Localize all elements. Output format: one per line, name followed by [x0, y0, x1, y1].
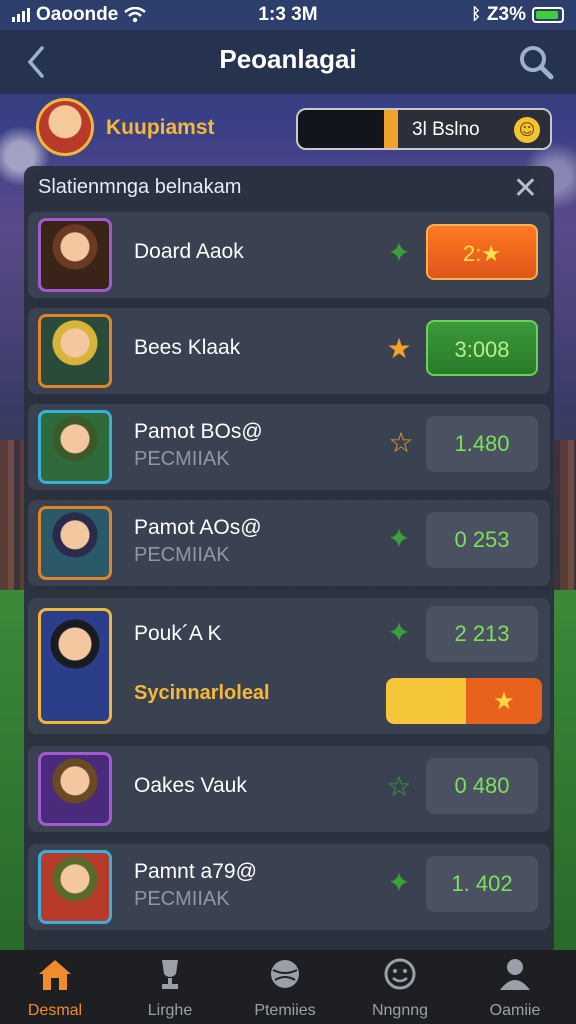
player-name: Kuupiamst — [106, 116, 215, 139]
globe-icon — [271, 960, 299, 988]
tab-3[interactable]: Ptemiies — [230, 956, 340, 1022]
score-badge[interactable]: 2 213 — [426, 606, 538, 662]
avatar — [38, 752, 112, 826]
battery-icon — [532, 7, 564, 23]
coin-value: 3l Bslno — [412, 119, 480, 140]
tab-profile[interactable]: Oamiie — [460, 956, 570, 1022]
tab-label: Oamiie — [489, 1002, 541, 1019]
list-item[interactable]: Pamot AOs@ PECMIIAK ✦ 0 253 — [28, 500, 550, 586]
player-row-name: Oakes Vauk — [134, 774, 247, 797]
leaderboard-panel: Slatienmnga belnakam ✕ Doard Aaok ✦ 2:★ … — [24, 166, 554, 956]
tab-2[interactable]: Lirghe — [115, 956, 225, 1022]
score-badge[interactable]: 1. 402 — [426, 856, 538, 912]
bluetooth-icon: ᛒ — [471, 6, 481, 23]
trophy-icon — [162, 960, 178, 989]
search-icon — [520, 46, 554, 80]
score-badge[interactable]: 0 480 — [426, 758, 538, 814]
tab-label: Nngnng — [371, 1002, 429, 1019]
avatar — [38, 218, 112, 292]
list-item[interactable]: Pamnt a79@ PECMIIAK ✦ 1. 402 — [28, 844, 550, 930]
action-button[interactable]: ★ — [386, 678, 542, 724]
list-item[interactable]: Bees Klaak ★ 3:008 — [28, 308, 550, 394]
avatar — [38, 410, 112, 484]
panel-title: Slatienmnga belnakam — [38, 176, 242, 198]
player-row-name: Pamot AOs@ — [134, 516, 262, 539]
status-right: ᛒ Z3% — [471, 4, 564, 26]
search-coin-icon — [386, 678, 466, 724]
player-avatar[interactable] — [36, 98, 94, 156]
score-badge[interactable]: 1.480 — [426, 416, 538, 472]
score-badge[interactable]: 3:008 — [426, 320, 538, 376]
avatar — [38, 506, 112, 580]
tab-label: Desmal — [27, 1002, 83, 1019]
coin-balance[interactable]: 3l Bslno ☺ — [296, 108, 552, 150]
bottom-tab-bar: Desmal Lirghe Ptemiies Nngnng Oamiie — [0, 950, 576, 1024]
tab-label: Ptemiies — [254, 1002, 316, 1019]
avatar — [38, 850, 112, 924]
list-item[interactable]: Oakes Vauk ☆ 0 480 — [28, 746, 550, 832]
player-row-name: Pamot BOs@ — [134, 420, 263, 443]
player-row-name: Bees Klaak — [134, 336, 241, 359]
tab-4[interactable]: Nngnng — [345, 956, 455, 1022]
player-row-tag: PECMIIAK — [134, 888, 230, 910]
coin-bar-accent — [384, 110, 398, 148]
star-icon: ☆ — [388, 426, 414, 459]
coin-icon: ☺ — [514, 117, 540, 143]
avatar — [38, 608, 112, 724]
top-nav-bar: Peoanlagai — [0, 30, 576, 94]
star-icon: ✦ — [387, 522, 411, 555]
page-title: Peoanlagai — [219, 44, 357, 74]
player-row-name: Pamnt a79@ — [134, 860, 257, 883]
avatar — [38, 314, 112, 388]
player-row-tag: PECMIIAK — [134, 448, 230, 470]
player-row-tag: PECMIIAK — [134, 544, 230, 566]
close-button[interactable]: ✕ — [513, 174, 538, 204]
star-icon: ✦ — [387, 616, 411, 649]
star-icon: ★ — [466, 678, 542, 724]
star-icon: ✦ — [387, 236, 411, 269]
list-item-expanded[interactable]: Pouk´A K Sycinnarloleal ✦ 2 213 ★ — [28, 598, 550, 734]
smiley-icon — [384, 958, 416, 990]
star-icon: ✦ — [387, 866, 411, 899]
score-badge[interactable]: 0 253 — [426, 512, 538, 568]
home-icon — [39, 960, 71, 990]
score-badge[interactable]: 2:★ — [426, 224, 538, 280]
list-item[interactable]: Pamot BOs@ PECMIIAK ☆ 1.480 — [28, 404, 550, 490]
player-profile: Kuupiamst 3l Bslno ☺ — [34, 98, 554, 160]
close-icon: ✕ — [512, 171, 538, 206]
star-icon: ★ — [386, 332, 412, 365]
player-row-name: Pouk´A K — [134, 622, 222, 645]
list-item[interactable]: Doard Aaok ✦ 2:★ — [28, 212, 550, 298]
star-icon: ☆ — [386, 770, 412, 803]
player-row-name: Doard Aaok — [134, 240, 244, 263]
tab-home[interactable]: Desmal — [0, 956, 110, 1022]
battery-percent: Z3% — [486, 4, 526, 25]
search-button[interactable] — [516, 42, 556, 82]
tab-label: Lirghe — [147, 1002, 193, 1019]
player-row-title: Sycinnarloleal — [134, 682, 270, 704]
user-icon — [500, 959, 530, 990]
status-bar: Oaoonde 1:3 3M ᛒ Z3% — [0, 0, 576, 30]
